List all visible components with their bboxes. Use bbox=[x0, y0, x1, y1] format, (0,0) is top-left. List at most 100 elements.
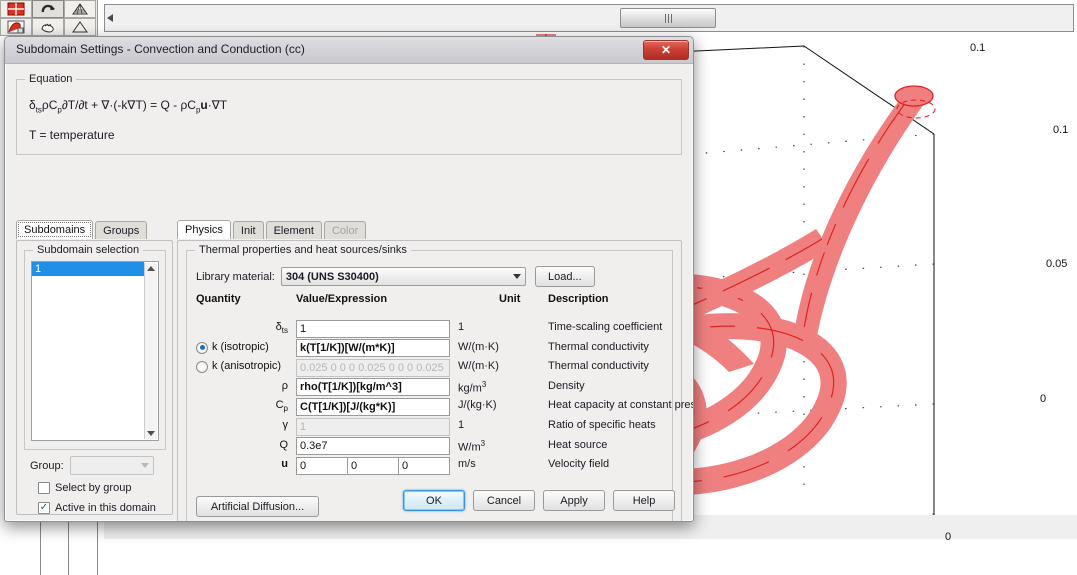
right-tab-row[interactable]: Physics Init Element Color bbox=[177, 220, 368, 239]
horizontal-scroll-thumb[interactable] bbox=[620, 8, 716, 28]
tab-label: Init bbox=[240, 224, 256, 237]
tab-label: Groups bbox=[103, 224, 140, 237]
unit-label: 1 bbox=[458, 321, 465, 333]
radio-anisotropic[interactable] bbox=[196, 361, 208, 374]
dialog-titlebar[interactable]: Subdomain Settings - Convection and Cond… bbox=[5, 37, 693, 64]
library-material-select[interactable]: 304 (UNS S30400) bbox=[280, 267, 526, 286]
tab-subdomains[interactable]: Subdomains bbox=[16, 220, 94, 239]
pan-hand-icon-button[interactable] bbox=[32, 18, 64, 36]
rotate-icon-button[interactable] bbox=[32, 0, 64, 18]
toolbar-column-3 bbox=[64, 0, 96, 36]
check-icon: ✓ bbox=[39, 502, 49, 513]
ok-button[interactable]: OK bbox=[403, 490, 465, 511]
scroll-left-arrow-icon[interactable] bbox=[107, 14, 113, 22]
quantity-label: Q bbox=[279, 438, 288, 451]
value-input[interactable]: C(T[1/K])[J/(kg*K)] bbox=[296, 397, 450, 416]
triangle-icon-button[interactable] bbox=[64, 18, 96, 36]
equation-formula: δtsρCp∂T/∂t + ∇·(-k∇T) = Q - ρCpu·∇T bbox=[29, 98, 228, 115]
description-label: Thermal conductivity bbox=[548, 360, 649, 373]
tab-physics[interactable]: Physics bbox=[177, 220, 231, 239]
active-in-domain-label: Active in this domain bbox=[55, 502, 156, 514]
table-row: Q 0.3e7 W/m3 Heat source bbox=[196, 437, 666, 456]
library-material-value: 304 (UNS S30400) bbox=[285, 270, 379, 283]
value-input: 0.025 0 0 0 0.025 0 0 0 0.025 bbox=[296, 358, 450, 377]
artificial-diffusion-button[interactable]: Artificial Diffusion... bbox=[196, 496, 319, 517]
unit-label: kg/m3 bbox=[458, 379, 487, 395]
triangle-icon bbox=[72, 21, 88, 33]
anchor-red-icon bbox=[7, 20, 25, 34]
radio-dot bbox=[199, 345, 205, 351]
grip-line bbox=[667, 13, 669, 23]
rotate-icon bbox=[41, 4, 55, 13]
tab-label: Element bbox=[273, 224, 314, 237]
mesh-icon bbox=[72, 3, 88, 15]
left-tab-row[interactable]: Subdomains Groups bbox=[16, 220, 149, 239]
dialog-footer: OK Cancel Apply Help bbox=[403, 490, 675, 511]
value-input[interactable]: rho(T[1/K])[kg/m^3] bbox=[296, 378, 450, 397]
description-label: Heat capacity at constant pressure bbox=[548, 399, 694, 412]
ok-button-label: OK bbox=[426, 494, 442, 507]
tab-init[interactable]: Init bbox=[232, 221, 264, 239]
close-button[interactable]: ✕ bbox=[643, 40, 689, 60]
velocity-x-input[interactable]: 0 bbox=[296, 456, 348, 475]
value-input[interactable]: k(T[1/K])[W/(m*K)] bbox=[296, 339, 450, 358]
subdomain-selection-group: Subdomain selection 1 bbox=[24, 244, 166, 450]
physics-panel: Thermal properties and heat sources/sink… bbox=[177, 240, 693, 521]
axis-tick-label: 0 bbox=[945, 531, 952, 543]
scroll-down-arrow-icon[interactable] bbox=[147, 431, 155, 436]
load-button[interactable]: Load... bbox=[534, 266, 595, 287]
table-row: δts 1 1 Time-scaling coefficient bbox=[196, 319, 666, 338]
chevron-down-icon bbox=[140, 463, 149, 468]
velocity-z-input[interactable]: 0 bbox=[398, 456, 450, 475]
description-label: Time-scaling coefficient bbox=[548, 321, 663, 333]
tab-label: Color bbox=[331, 224, 359, 237]
header-unit: Unit bbox=[499, 293, 521, 305]
axis-tick-label: 0.05 bbox=[1046, 258, 1068, 270]
unit-label: W/(m·K) bbox=[458, 340, 499, 353]
description-label: Thermal conductivity bbox=[548, 340, 649, 353]
equation-group: Equation δtsρCp∂T/∂t + ∇·(-k∇T) = Q - ρC… bbox=[16, 73, 682, 155]
group-select[interactable] bbox=[69, 456, 154, 475]
horizontal-scrollbar[interactable] bbox=[104, 4, 1074, 32]
subdomain-list[interactable]: 1 bbox=[31, 261, 159, 441]
velocity-y-input[interactable]: 0 bbox=[347, 456, 399, 475]
mesh-icon-button[interactable] bbox=[64, 0, 96, 18]
radio-isotropic[interactable] bbox=[196, 341, 208, 354]
group-row: Group: bbox=[30, 456, 154, 475]
value-input: 1 bbox=[296, 417, 450, 436]
tab-groups[interactable]: Groups bbox=[95, 221, 148, 239]
close-icon: ✕ bbox=[660, 43, 672, 57]
anchor-red-icon-button[interactable] bbox=[0, 18, 32, 36]
chevron-down-icon bbox=[512, 274, 521, 279]
unit-label: W/m3 bbox=[458, 438, 486, 454]
list-item[interactable]: 1 bbox=[32, 262, 144, 276]
value-input[interactable]: 1 bbox=[296, 319, 450, 338]
quantity-label: δts bbox=[275, 321, 288, 336]
scroll-up-arrow-icon[interactable] bbox=[147, 266, 155, 271]
tab-element[interactable]: Element bbox=[265, 221, 322, 239]
cancel-button-label: Cancel bbox=[486, 494, 522, 507]
grid-red-icon bbox=[7, 2, 25, 16]
dialog-title: Subdomain Settings - Convection and Cond… bbox=[16, 42, 305, 56]
table-row: ρ rho(T[1/K])[kg/m^3] kg/m3 Density bbox=[196, 378, 666, 397]
unit-label: J/(kg·K) bbox=[458, 399, 497, 412]
select-by-group-checkbox[interactable] bbox=[38, 482, 50, 494]
grip-line bbox=[664, 13, 666, 23]
header-quantity: Quantity bbox=[196, 293, 241, 305]
toolbar-column-1 bbox=[0, 0, 32, 36]
grid-red-icon-button[interactable] bbox=[0, 0, 32, 18]
quantity-label: ρ bbox=[281, 379, 288, 392]
subdomain-settings-dialog[interactable]: Subdomain Settings - Convection and Cond… bbox=[4, 36, 694, 522]
select-by-group-row[interactable]: Select by group bbox=[38, 482, 131, 494]
value-input[interactable]: 0.3e7 bbox=[296, 437, 450, 456]
pan-hand-icon bbox=[41, 23, 54, 33]
apply-button[interactable]: Apply bbox=[543, 490, 605, 511]
table-row: k (isotropic) k(T[1/K])[W/(m*K)] W/(m·K) Th… bbox=[196, 339, 666, 358]
subdomain-selection-title: Subdomain selection bbox=[33, 244, 144, 256]
list-vertical-scrollbar[interactable] bbox=[144, 263, 157, 439]
cancel-button[interactable]: Cancel bbox=[473, 490, 535, 511]
active-in-domain-checkbox[interactable]: ✓ bbox=[38, 502, 50, 514]
active-in-domain-row[interactable]: ✓ Active in this domain bbox=[38, 502, 156, 514]
help-button[interactable]: Help bbox=[613, 490, 675, 511]
tab-label: Subdomains bbox=[24, 224, 86, 236]
